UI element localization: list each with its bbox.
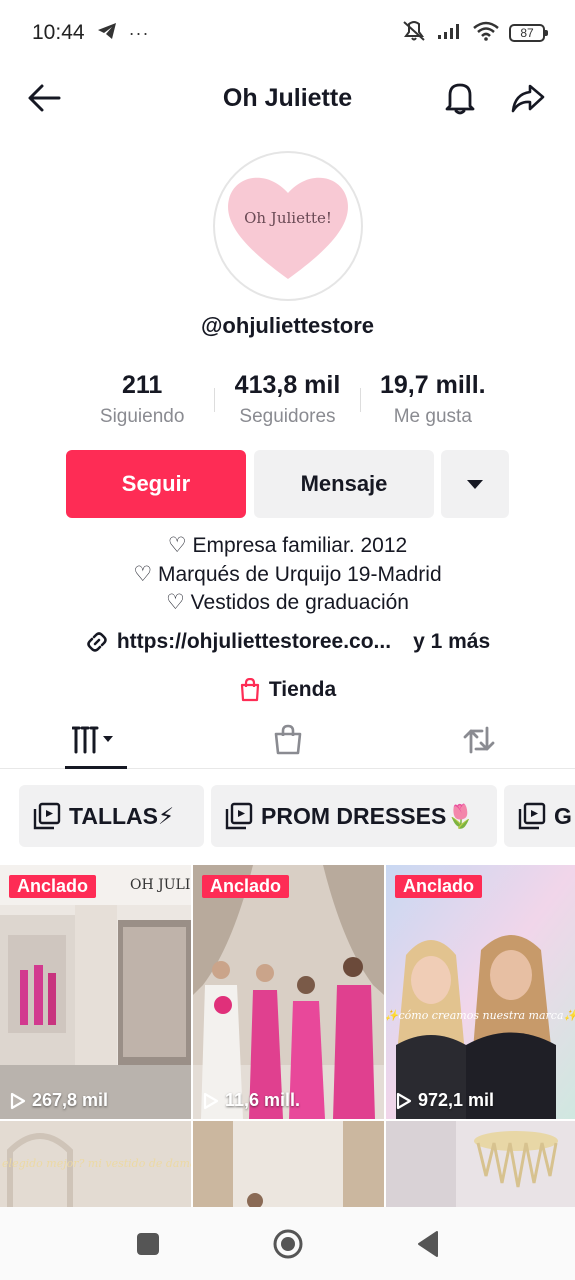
shop-link[interactable]: Tienda — [0, 678, 575, 702]
tab-shop[interactable] — [192, 712, 384, 768]
avatar-logo-text: Oh Juliette! — [244, 209, 332, 227]
video-thumbnail[interactable]: ¿Quién ha elegido mejor? mi vestido de d… — [0, 1121, 191, 1209]
stat-following[interactable]: 211 Siguiendo — [70, 368, 214, 428]
stat-value: 413,8 mil — [234, 371, 341, 399]
more-links-button[interactable]: y 1 más — [413, 630, 490, 654]
message-button[interactable]: Mensaje — [254, 450, 434, 518]
video-overlay-text: ¿Quién ha elegido mejor? mi vestido de d… — [0, 1157, 191, 1170]
playlist-label: G — [554, 802, 572, 829]
playlist-chip[interactable]: PROM DRESSES🌷 — [211, 785, 497, 847]
video-thumbnail-image: OH JULIET — [0, 865, 191, 1119]
shop-label: Tienda — [268, 678, 337, 701]
view-count: 11,6 mill. — [203, 1090, 300, 1111]
bio-link[interactable]: https://ohjuliettestoree.co... — [117, 630, 391, 654]
battery-icon: 87 — [509, 24, 548, 42]
content-tabs — [0, 712, 575, 769]
triangle-back-icon — [417, 1230, 438, 1257]
playlist-label: PROM DRESSES🌷 — [261, 802, 475, 829]
playlist-row: TALLAS⚡ PROM DRESSES🌷 G — [0, 785, 575, 847]
video-thumbnail-image: ¿Quién ha elegido mejor? mi vestido de d… — [0, 1121, 191, 1209]
avatar-heart-logo: Oh Juliette! — [228, 177, 348, 279]
playlist-chip[interactable]: G — [504, 785, 575, 847]
view-count-text: 11,6 mill. — [225, 1090, 301, 1110]
stat-label: Me gusta — [393, 406, 472, 427]
bio-line: ♡ Vestidos de graduación — [166, 591, 409, 614]
bio-link-row: https://ohjuliettestoree.co... y 1 más — [0, 630, 575, 654]
more-notifications-icon: ··· — [128, 22, 150, 43]
video-thumbnail-image — [193, 865, 384, 1119]
mute-icon — [401, 20, 427, 47]
play-icon — [396, 1092, 412, 1109]
status-bar: 10:44 ··· 87 — [0, 0, 575, 66]
playlist-label: TALLAS⚡ — [69, 802, 175, 829]
bio-line: ♡ Empresa familiar. 2012 — [167, 534, 408, 557]
stat-value: 19,7 mill. — [380, 371, 486, 399]
home-button[interactable] — [268, 1224, 308, 1264]
storefront-sign-text: OH JULIET — [130, 877, 191, 893]
signal-icon — [437, 22, 463, 45]
profile-stats: 211 Siguiendo 413,8 mil Seguidores 19,7 … — [70, 368, 505, 428]
play-icon — [10, 1092, 26, 1109]
system-back-button[interactable] — [408, 1224, 448, 1264]
pinned-badge: Anclado — [395, 875, 483, 898]
notifications-button[interactable] — [438, 76, 482, 120]
stat-value: 211 — [121, 371, 163, 399]
video-thumbnail-image — [386, 1121, 575, 1209]
video-thumbnail[interactable]: ✨cómo creamos nuestra marca✨ Anclado 972… — [386, 865, 575, 1119]
video-thumbnail[interactable] — [386, 1121, 575, 1209]
stat-likes[interactable]: 19,7 mill. Me gusta — [361, 368, 505, 428]
view-count-text: 972,1 mil — [418, 1090, 495, 1110]
link-icon — [87, 632, 107, 652]
video-overlay-text: ✨cómo creamos nuestra marca✨ — [386, 1009, 575, 1022]
stat-label: Siguiendo — [99, 406, 185, 427]
suggested-accounts-button[interactable] — [441, 450, 509, 518]
repost-icon — [463, 726, 495, 754]
play-icon — [203, 1092, 219, 1109]
pinned-badge: Anclado — [9, 875, 97, 898]
grid-icon — [71, 726, 113, 754]
square-icon — [136, 1232, 159, 1255]
system-navigation-bar — [0, 1207, 575, 1280]
playlist-icon — [225, 802, 253, 830]
telegram-icon — [97, 22, 117, 45]
playlist-icon — [518, 802, 546, 830]
wifi-icon — [473, 21, 499, 46]
status-time: 10:44 — [32, 21, 85, 44]
tab-videos[interactable] — [0, 712, 192, 768]
video-thumbnail[interactable]: OH JULIET Anclado 267,8 mil — [0, 865, 191, 1119]
bio: ♡ Empresa familiar. 2012 ♡ Marqués de Ur… — [0, 532, 575, 618]
recents-button[interactable] — [128, 1224, 168, 1264]
playlist-chip[interactable]: TALLAS⚡ — [19, 785, 204, 847]
circle-icon — [273, 1229, 302, 1258]
view-count-text: 267,8 mil — [32, 1090, 109, 1110]
back-button[interactable] — [22, 76, 66, 120]
video-thumbnail-image — [193, 1121, 384, 1209]
bell-icon — [445, 83, 475, 115]
follow-button[interactable]: Seguir — [66, 450, 246, 518]
avatar[interactable]: Oh Juliette! — [213, 151, 363, 301]
username-handle: @ohjuliettestore — [200, 313, 375, 338]
view-count: 972,1 mil — [396, 1090, 494, 1111]
arrow-left-icon — [28, 84, 61, 112]
tab-reposts[interactable] — [383, 712, 575, 768]
bio-line: ♡ Marqués de Urquijo 19-Madrid — [133, 562, 442, 586]
video-thumbnail[interactable]: Anclado 11,6 mill. — [193, 865, 384, 1119]
caret-down-icon — [467, 479, 483, 489]
playlist-icon — [33, 802, 61, 830]
stat-followers[interactable]: 413,8 mil Seguidores — [215, 368, 359, 428]
share-icon — [511, 84, 545, 113]
top-nav: Oh Juliette — [0, 66, 575, 130]
shopping-bag-icon — [240, 678, 259, 702]
stat-label: Seguidores — [239, 406, 336, 427]
video-thumbnail-image: ✨cómo creamos nuestra marca✨ — [386, 865, 575, 1119]
video-thumbnail[interactable] — [193, 1121, 384, 1209]
view-count: 267,8 mil — [10, 1090, 108, 1111]
pinned-badge: Anclado — [202, 875, 290, 898]
shopping-bag-icon — [274, 724, 301, 755]
share-button[interactable] — [506, 76, 550, 120]
page-title: Oh Juliette — [222, 83, 353, 112]
